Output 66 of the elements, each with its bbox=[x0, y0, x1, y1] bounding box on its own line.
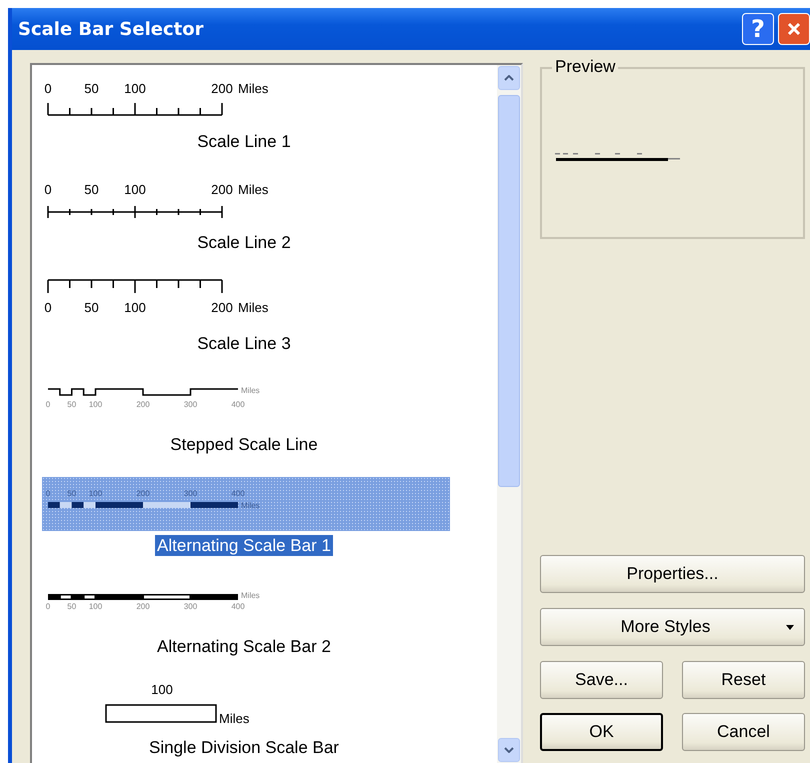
reset-button[interactable]: Reset bbox=[682, 661, 805, 699]
style-preview[interactable]: 0 50 100 200 Miles bbox=[42, 73, 450, 127]
ok-button[interactable]: OK bbox=[540, 713, 663, 751]
help-button[interactable]: ? bbox=[742, 13, 774, 45]
caret-icon bbox=[786, 624, 794, 630]
scale-label: 200 bbox=[136, 602, 150, 611]
scale-label: 100 bbox=[88, 602, 102, 611]
scale-label: 300 bbox=[184, 602, 198, 611]
scale-label: 100 bbox=[88, 400, 102, 409]
scale-label: 0 bbox=[44, 182, 52, 197]
scale-label: 100 bbox=[151, 682, 173, 697]
scale-label: 400 bbox=[231, 400, 245, 409]
unit-label: Miles bbox=[241, 386, 260, 395]
scale-label: 300 bbox=[184, 400, 198, 409]
scroll-up-button[interactable] bbox=[498, 66, 520, 90]
scale-label: 50 bbox=[67, 400, 76, 409]
scale-label: 400 bbox=[231, 489, 245, 498]
more-styles-button[interactable]: More Styles bbox=[540, 608, 805, 646]
scale-label: 50 bbox=[67, 602, 76, 611]
scroll-down-button[interactable] bbox=[498, 738, 520, 762]
unit-label: Miles bbox=[219, 711, 250, 726]
style-preview[interactable]: 0 50 100 200 Miles bbox=[42, 275, 450, 329]
scrollbar[interactable] bbox=[497, 65, 521, 763]
style-preview[interactable]: 0 50 100 200 Miles bbox=[42, 174, 450, 228]
style-name[interactable]: Scale Line 3 bbox=[195, 333, 293, 354]
scale-label: 100 bbox=[124, 182, 146, 197]
scale-label: 400 bbox=[231, 602, 245, 611]
scale-label: 50 bbox=[84, 300, 99, 315]
unit-label: Miles bbox=[241, 591, 260, 600]
scale-label: 200 bbox=[211, 300, 233, 315]
scale-label: 200 bbox=[136, 400, 150, 409]
close-button[interactable] bbox=[778, 13, 810, 45]
style-name[interactable]: Stepped Scale Line bbox=[168, 434, 320, 455]
save-button[interactable]: Save... bbox=[540, 661, 663, 699]
style-name[interactable]: Alternating Scale Bar 2 bbox=[155, 636, 333, 657]
style-name[interactable]: Scale Line 2 bbox=[195, 232, 293, 253]
close-icon bbox=[786, 21, 802, 37]
unit-label: Miles bbox=[238, 182, 268, 197]
scale-label: 0 bbox=[46, 602, 50, 611]
window-title: Scale Bar Selector bbox=[18, 18, 204, 40]
scale-label: 200 bbox=[211, 182, 233, 197]
scale-label: 0 bbox=[46, 489, 50, 498]
scale-label: 0 bbox=[44, 300, 52, 315]
style-preview[interactable]: 0 50 100 200 300 400 Miles bbox=[42, 578, 450, 632]
style-name[interactable]: Alternating Scale Bar 1 bbox=[155, 535, 333, 556]
properties-button[interactable]: Properties... bbox=[540, 555, 805, 593]
scale-label: 50 bbox=[84, 81, 99, 96]
scale-label: 100 bbox=[124, 81, 146, 96]
style-preview[interactable]: 0 50 100 200 300 400 Miles bbox=[42, 376, 450, 430]
style-name[interactable]: Scale Line 1 bbox=[195, 131, 293, 152]
scale-label: 50 bbox=[84, 182, 99, 197]
unit-label: Miles bbox=[241, 501, 260, 510]
scale-label: 0 bbox=[46, 400, 50, 409]
scale-label: 0 bbox=[44, 81, 52, 96]
scale-label: 200 bbox=[211, 81, 233, 96]
scroll-thumb[interactable] bbox=[498, 95, 520, 487]
style-name[interactable]: Single Division Scale Bar bbox=[147, 737, 341, 758]
scale-label: 100 bbox=[124, 300, 146, 315]
unit-label: Miles bbox=[238, 300, 268, 315]
style-preview[interactable]: 100 Miles bbox=[42, 679, 450, 733]
scale-label: 100 bbox=[88, 489, 102, 498]
scale-label: 200 bbox=[136, 489, 150, 498]
cancel-button[interactable]: Cancel bbox=[682, 713, 805, 751]
unit-label: Miles bbox=[238, 81, 268, 96]
scale-label: 50 bbox=[67, 489, 76, 498]
scale-label: 300 bbox=[184, 489, 198, 498]
